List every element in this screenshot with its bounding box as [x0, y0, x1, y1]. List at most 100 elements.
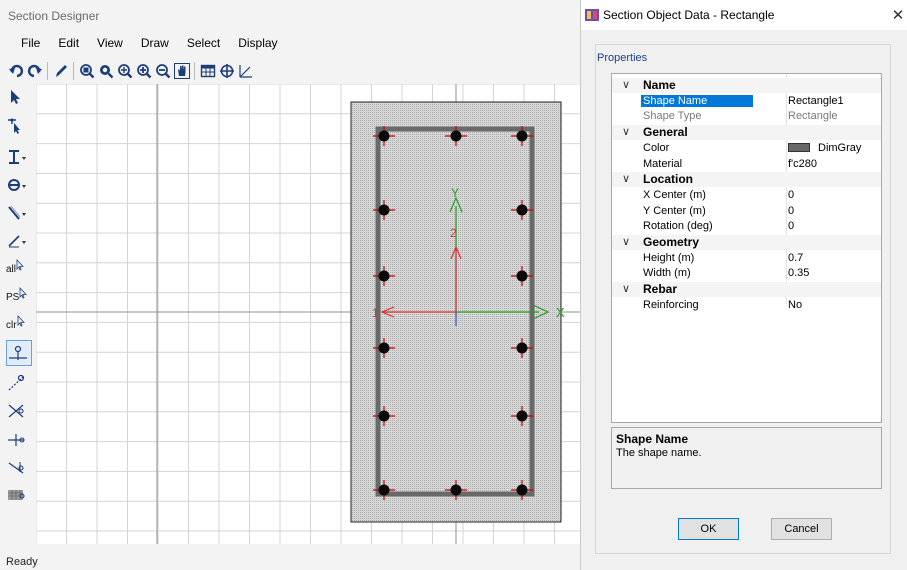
property-value[interactable]: 0	[788, 220, 794, 232]
property-category[interactable]: ∨ Rebar	[612, 282, 881, 298]
property-grid[interactable]: ∨ Name Shape Name Rectangle1 Shape Type Recta…	[611, 73, 882, 423]
property-row[interactable]: Shape Name Rectangle1	[612, 94, 881, 109]
section-drawing[interactable]: X Y 1 2	[36, 84, 580, 544]
select-all-label: all	[6, 263, 17, 275]
draw-line-bar-icon[interactable]	[6, 200, 32, 226]
property-row[interactable]: X Center (m) 0	[612, 188, 881, 203]
property-description-panel: Shape Name The shape name.	[611, 427, 882, 489]
property-value[interactable]: DimGray	[788, 142, 861, 154]
toolbar-divider	[194, 62, 195, 80]
menu-select[interactable]: Select	[178, 34, 229, 54]
rebar-bar	[378, 484, 390, 496]
select-previous-icon[interactable]: PS	[6, 284, 32, 310]
property-key: Rebar	[643, 282, 678, 297]
menu-draw[interactable]: Draw	[132, 34, 178, 54]
property-category[interactable]: ∨ Name	[612, 78, 881, 93]
zoom-in-icon[interactable]	[134, 61, 153, 81]
menu-bar: File Edit View Draw Select Display	[0, 34, 287, 54]
property-row[interactable]: Height (m) 0.7	[612, 251, 881, 266]
menu-view[interactable]: View	[88, 34, 132, 54]
select-all-icon[interactable]: all	[6, 256, 32, 282]
property-key: Location	[643, 172, 693, 187]
property-row[interactable]: Material f'c280	[612, 157, 881, 172]
redo-icon[interactable]	[25, 61, 44, 81]
chevron-down-icon[interactable]: ∨	[622, 235, 630, 248]
toolbar	[0, 58, 255, 84]
crosshair-icon[interactable]	[217, 61, 236, 81]
drawing-canvas[interactable]: X Y 1 2	[36, 84, 580, 544]
app-icon	[585, 9, 599, 21]
property-value[interactable]: 0.7	[788, 252, 803, 264]
chevron-down-icon[interactable]: ∨	[622, 172, 630, 185]
property-category[interactable]: ∨ General	[612, 125, 881, 141]
clear-selection-icon[interactable]: clr	[6, 312, 32, 338]
rebar-bar	[378, 204, 390, 216]
properties-group-label: Properties	[597, 52, 648, 64]
property-value[interactable]: 0	[788, 189, 794, 201]
cancel-button[interactable]: Cancel	[771, 518, 832, 540]
undo-icon[interactable]	[6, 61, 25, 81]
app-title: Section Designer	[8, 9, 100, 23]
close-icon[interactable]: ✕	[890, 6, 906, 24]
snap-to-point-icon[interactable]	[6, 340, 32, 366]
zoom-previous-icon[interactable]	[115, 61, 134, 81]
chevron-down-icon[interactable]: ∨	[622, 78, 630, 91]
rebar-bar	[450, 484, 462, 496]
pencil-icon[interactable]	[51, 61, 70, 81]
draw-i-section-icon[interactable]	[6, 144, 32, 170]
property-row[interactable]: Y Center (m) 0	[612, 204, 881, 219]
menu-display[interactable]: Display	[229, 34, 286, 54]
property-category[interactable]: ∨ Location	[612, 172, 881, 188]
zoom-out-icon[interactable]	[153, 61, 172, 81]
property-row[interactable]: Reinforcing No	[612, 298, 881, 313]
property-row[interactable]: Rotation (deg) 0	[612, 219, 881, 234]
property-row[interactable]: Color DimGray	[612, 141, 881, 156]
reshape-pointer-icon[interactable]	[6, 112, 32, 138]
pointer-icon[interactable]	[6, 84, 32, 110]
property-key: Name	[643, 78, 676, 92]
property-key: Color	[643, 141, 670, 154]
property-value[interactable]: f'c280	[788, 158, 817, 170]
rebar-bar	[378, 342, 390, 354]
snap-to-grid-icon[interactable]	[6, 482, 32, 508]
zoom-restore-icon[interactable]	[96, 61, 115, 81]
property-value[interactable]: No	[788, 299, 802, 311]
color-swatch	[788, 142, 810, 152]
property-key: X Center (m)	[643, 188, 706, 201]
property-row[interactable]: Shape Type Rectangle	[612, 109, 881, 124]
property-key: Geometry	[643, 235, 700, 249]
rebar-bar	[516, 410, 528, 422]
property-value[interactable]: Rectangle1	[788, 95, 844, 107]
menu-edit[interactable]: Edit	[49, 34, 88, 54]
section-designer-window: Section Designer File Edit View Draw Sel…	[0, 0, 580, 570]
property-key: Reinforcing	[643, 298, 699, 311]
rebar-bar	[378, 410, 390, 422]
clear-selection-label: clr	[6, 319, 17, 331]
property-value[interactable]: 0	[788, 205, 794, 217]
ok-button[interactable]: OK	[678, 518, 739, 540]
section-object-data-dialog: Section Object Data - Rectangle ✕ Proper…	[580, 0, 907, 570]
snap-to-midpoint-icon[interactable]	[6, 454, 32, 480]
snap-to-intersection-icon[interactable]	[6, 398, 32, 424]
draw-pipe-section-icon[interactable]	[6, 172, 32, 198]
chevron-down-icon[interactable]: ∨	[622, 125, 630, 138]
rebar-bar	[516, 484, 528, 496]
status-bar: Ready	[6, 556, 38, 568]
property-row[interactable]: Width (m) 0.35	[612, 266, 881, 281]
snap-to-line-icon[interactable]	[6, 370, 32, 396]
table-icon[interactable]	[198, 61, 217, 81]
draw-reference-line-icon[interactable]	[6, 228, 32, 254]
property-key: General	[643, 125, 688, 140]
rebar-bar	[378, 270, 390, 282]
property-category[interactable]: ∨ Geometry	[612, 235, 881, 250]
angle-icon[interactable]	[236, 61, 255, 81]
y-axis-label: Y	[451, 186, 459, 200]
menu-file[interactable]: File	[0, 34, 49, 54]
zoom-window-icon[interactable]	[77, 61, 96, 81]
property-value[interactable]: 0.35	[788, 267, 809, 279]
color-name: DimGray	[818, 141, 862, 154]
property-value[interactable]: Rectangle	[788, 110, 838, 122]
snap-to-perpendicular-icon[interactable]	[6, 426, 32, 452]
pan-hand-icon[interactable]	[172, 61, 191, 81]
chevron-down-icon[interactable]: ∨	[622, 282, 630, 295]
